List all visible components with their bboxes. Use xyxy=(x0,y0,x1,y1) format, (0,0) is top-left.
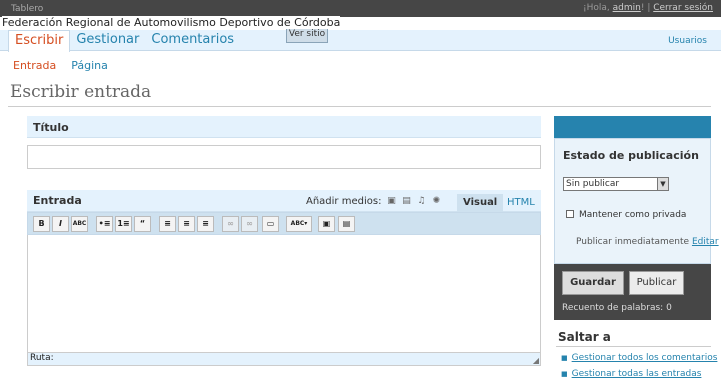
separator: | xyxy=(647,3,651,13)
jump-link-item: ■ Gestionar todos los comentarios xyxy=(561,353,717,363)
publish-timing: Publicar inmediatamente Editar xyxy=(576,237,719,247)
content-editor[interactable] xyxy=(27,235,541,353)
title-box-header: Título xyxy=(27,116,541,138)
jump-link-item: ■ Gestionar todas las entradas xyxy=(561,369,701,379)
media-icon[interactable]: ✺ xyxy=(431,197,441,206)
edit-timestamp-link[interactable]: Editar xyxy=(692,237,719,247)
insert-more-button[interactable]: ▭ xyxy=(262,216,279,232)
publish-button[interactable]: Publicar xyxy=(629,271,684,295)
private-label: Mantener como privada xyxy=(579,210,687,220)
tab-visual[interactable]: Visual xyxy=(457,194,504,212)
word-count-value: 0 xyxy=(666,303,672,313)
publish-status-title: Estado de publicación xyxy=(563,149,699,162)
numbered-list-button[interactable]: 1≡ xyxy=(115,216,132,232)
save-button[interactable]: Guardar xyxy=(562,271,624,295)
fullscreen-button[interactable]: ▣ xyxy=(318,216,335,232)
status-select-value: Sin publicar xyxy=(566,179,620,189)
bullet-icon: ■ xyxy=(561,354,568,362)
resize-handle-icon[interactable]: ◢ xyxy=(533,356,539,365)
align-right-button[interactable]: ≡ xyxy=(197,216,214,232)
jump-comments-link[interactable]: Gestionar todos los comentarios xyxy=(572,353,718,363)
menu-tab-gestionar[interactable]: Gestionar xyxy=(70,30,145,52)
jump-posts-link[interactable]: Gestionar todas las entradas xyxy=(572,369,702,379)
audio-icon[interactable]: ♫ xyxy=(416,197,426,206)
blockquote-button[interactable]: “ xyxy=(134,216,151,232)
status-select[interactable]: Sin publicar ▼ xyxy=(563,177,669,191)
main-menu: Escribir Gestionar Comentarios xyxy=(8,30,240,52)
unlink-button[interactable]: ∞ xyxy=(241,216,258,232)
greeting-text: ¡Hola, xyxy=(582,3,610,13)
word-count-label: Recuento de palabras: xyxy=(562,303,664,313)
menu-tab-comentarios[interactable]: Comentarios xyxy=(145,30,240,52)
jump-to-title: Saltar a xyxy=(558,330,611,344)
spellcheck-button[interactable]: ABC▾ xyxy=(286,216,312,232)
dashboard-link[interactable]: Tablero xyxy=(11,4,43,14)
submenu-entrada[interactable]: Entrada xyxy=(13,59,56,72)
italic-button[interactable]: I xyxy=(52,216,69,232)
word-count: Recuento de palabras: 0 xyxy=(562,303,672,313)
private-checkbox[interactable] xyxy=(566,210,574,218)
add-media-bar: Añadir medios: ▣ ▤ ♫ ✺ xyxy=(306,196,441,207)
title-divider xyxy=(8,106,711,107)
tab-html[interactable]: HTML xyxy=(501,194,541,212)
bullet-icon: ■ xyxy=(561,370,568,378)
video-icon[interactable]: ▤ xyxy=(401,197,411,206)
strikethrough-button[interactable]: ABC xyxy=(71,216,88,232)
users-link[interactable]: Usuarios xyxy=(668,36,707,46)
path-label: Ruta: xyxy=(30,353,54,363)
chevron-down-icon: ▼ xyxy=(657,178,668,190)
site-name: Federación Regional de Automovilismo Dep… xyxy=(2,16,341,29)
path-bar: Ruta: ◢ xyxy=(27,353,541,366)
username-link[interactable]: admin xyxy=(613,3,641,13)
insert-link-button[interactable]: ∞ xyxy=(222,216,239,232)
menu-tab-escribir[interactable]: Escribir xyxy=(8,30,71,52)
editor-toolbar: B I ABC •≡ 1≡ “ ≡ ≡ ≡ ∞ ∞ ▭ ABC▾ ▣ ▤ xyxy=(27,212,541,235)
greeting-end: ! xyxy=(640,3,645,13)
page-title: Escribir entrada xyxy=(10,82,152,102)
logout-link[interactable]: Cerrar sesión xyxy=(653,3,713,13)
bullet-list-button[interactable]: •≡ xyxy=(96,216,113,232)
user-info: ¡Hola, admin! | Cerrar sesión xyxy=(583,3,713,13)
align-left-button[interactable]: ≡ xyxy=(159,216,176,232)
title-input[interactable] xyxy=(27,145,541,169)
jump-divider xyxy=(556,346,711,347)
image-icon[interactable]: ▣ xyxy=(386,197,396,206)
sidebar-header-bar xyxy=(554,116,711,138)
publish-now-text: Publicar inmediatamente xyxy=(576,237,690,247)
submenu: Entrada Página xyxy=(13,59,108,72)
kitchen-sink-button[interactable]: ▤ xyxy=(338,216,355,232)
admin-header: Tablero ¡Hola, admin! | Cerrar sesión xyxy=(0,0,721,17)
add-media-label: Añadir medios: xyxy=(306,196,382,207)
align-center-button[interactable]: ≡ xyxy=(178,216,195,232)
bold-button[interactable]: B xyxy=(33,216,50,232)
submenu-pagina[interactable]: Página xyxy=(71,59,108,72)
